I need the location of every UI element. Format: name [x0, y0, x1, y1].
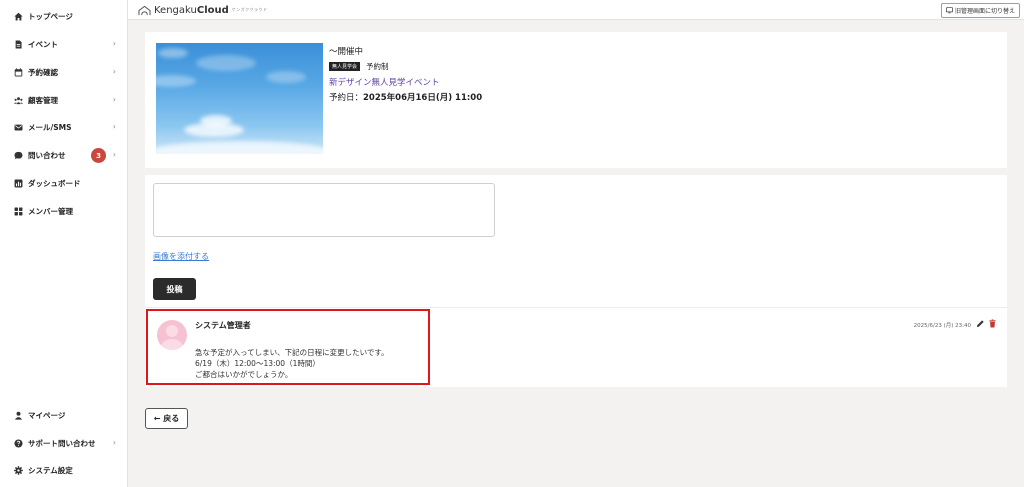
sidebar-item-label: メンバー管理 — [28, 206, 73, 216]
back-button[interactable]: ← 戻る — [145, 408, 188, 429]
top-header: KengakuCloud ケンガククラウド 旧管理画面に切り替え — [128, 0, 1024, 20]
sidebar-item-inquiry[interactable]: 問い合わせ 3 › — [0, 146, 128, 164]
document-icon — [14, 39, 23, 49]
sidebar-item-label: ダッシュボード — [28, 178, 81, 188]
comment-body: 急な予定が入ってしまい、下記の日程に変更したいです。 6/19（木）12:00〜… — [195, 347, 389, 380]
message-input[interactable] — [153, 183, 495, 237]
chevron-right-icon: › — [112, 95, 116, 104]
comment-line: 急な予定が入ってしまい、下記の日程に変更したいです。 — [195, 348, 389, 357]
sidebar-item-label: イベント — [28, 39, 58, 49]
comment-line: ご都合はいかがでしょうか。 — [195, 370, 293, 379]
switch-legacy-admin-label: 旧管理画面に切り替え — [954, 8, 1015, 15]
pencil-icon[interactable] — [976, 319, 985, 328]
users-icon — [14, 96, 23, 105]
event-thumbnail-image — [156, 43, 323, 154]
question-icon — [14, 438, 23, 448]
reservation-date: 予約日：2025年06月16日(月) 11:00 — [329, 93, 483, 103]
sidebar: トップページ イベント › 予約確認 › 顧客管理 › メール/SMS › 問い… — [0, 0, 128, 487]
sidebar-item-label: 問い合わせ — [28, 150, 66, 160]
event-summary-card: 〜開催中 無人見学会 予約制 新デザイン無人見学イベント 予約日：2025年06… — [145, 32, 1007, 168]
monitor-icon — [946, 7, 953, 14]
chevron-right-icon: › — [112, 150, 116, 159]
home-icon — [14, 12, 23, 21]
sidebar-item-label: 顧客管理 — [28, 95, 58, 105]
kengaku-cloud-logo[interactable]: KengakuCloud ケンガククラウド — [138, 3, 268, 17]
comment-item: システム管理者 急な予定が入ってしまい、下記の日程に変更したいです。 6/19（… — [145, 308, 1007, 387]
switch-legacy-admin-button[interactable]: 旧管理画面に切り替え — [940, 3, 1020, 18]
sidebar-item-label: 予約確認 — [28, 67, 58, 77]
chevron-right-icon: › — [112, 67, 116, 76]
attach-image-link[interactable]: 画像を添付する — [153, 251, 209, 262]
sidebar-item-dashboard[interactable]: ダッシュボード — [0, 174, 128, 192]
logo-text: KengakuCloud — [154, 4, 229, 16]
gear-icon — [14, 465, 23, 475]
unread-count-badge: 3 — [91, 148, 106, 163]
grid-icon — [14, 207, 23, 216]
sidebar-item-mail[interactable]: メール/SMS › — [0, 118, 128, 136]
sidebar-item-members[interactable]: メンバー管理 — [0, 202, 128, 220]
sidebar-item-label: システム設定 — [28, 465, 73, 475]
event-status: 〜開催中 — [329, 47, 364, 57]
chevron-right-icon: › — [112, 438, 116, 447]
sidebar-item-label: メール/SMS — [28, 122, 72, 132]
sidebar-item-support[interactable]: サポート問い合わせ › — [0, 434, 128, 452]
trash-icon[interactable] — [988, 319, 997, 328]
sidebar-item-label: サポート問い合わせ — [28, 438, 96, 448]
sidebar-item-settings[interactable]: システム設定 — [0, 461, 128, 479]
sidebar-item-top[interactable]: トップページ — [0, 7, 128, 25]
logo-subtitle: ケンガククラウド — [231, 7, 268, 12]
event-tags: 無人見学会 予約制 — [329, 61, 389, 72]
person-icon — [14, 411, 23, 420]
mail-icon — [14, 123, 23, 132]
chevron-right-icon: › — [112, 122, 116, 131]
sidebar-item-reservation[interactable]: 予約確認 › — [0, 63, 128, 81]
message-thread-card: 画像を添付する 投稿 システム管理者 急な予定が入ってしまい、下記の日程に変更し… — [145, 175, 1007, 387]
comment-timestamp: 2025/6/23 (月) 23:40 — [913, 323, 971, 329]
chat-icon — [14, 151, 23, 160]
sidebar-item-label: トップページ — [28, 11, 73, 21]
event-title-link[interactable]: 新デザイン無人見学イベント — [329, 76, 440, 88]
reservation-type-label: 予約制 — [366, 62, 389, 71]
chart-icon — [14, 179, 23, 188]
logo-house-icon — [138, 5, 151, 15]
post-button[interactable]: 投稿 — [153, 278, 196, 300]
sidebar-item-event[interactable]: イベント › — [0, 35, 128, 53]
sidebar-item-label: マイページ — [28, 410, 66, 420]
comment-author: システム管理者 — [195, 321, 251, 330]
comment-line: 6/19（木）12:00〜13:00（1時間） — [195, 359, 320, 368]
avatar — [157, 320, 187, 350]
calendar-icon — [14, 67, 23, 77]
chevron-right-icon: › — [112, 39, 116, 48]
sidebar-item-customers[interactable]: 顧客管理 › — [0, 91, 128, 109]
sidebar-item-mypage[interactable]: マイページ — [0, 406, 128, 424]
event-category-tag: 無人見学会 — [329, 62, 361, 71]
